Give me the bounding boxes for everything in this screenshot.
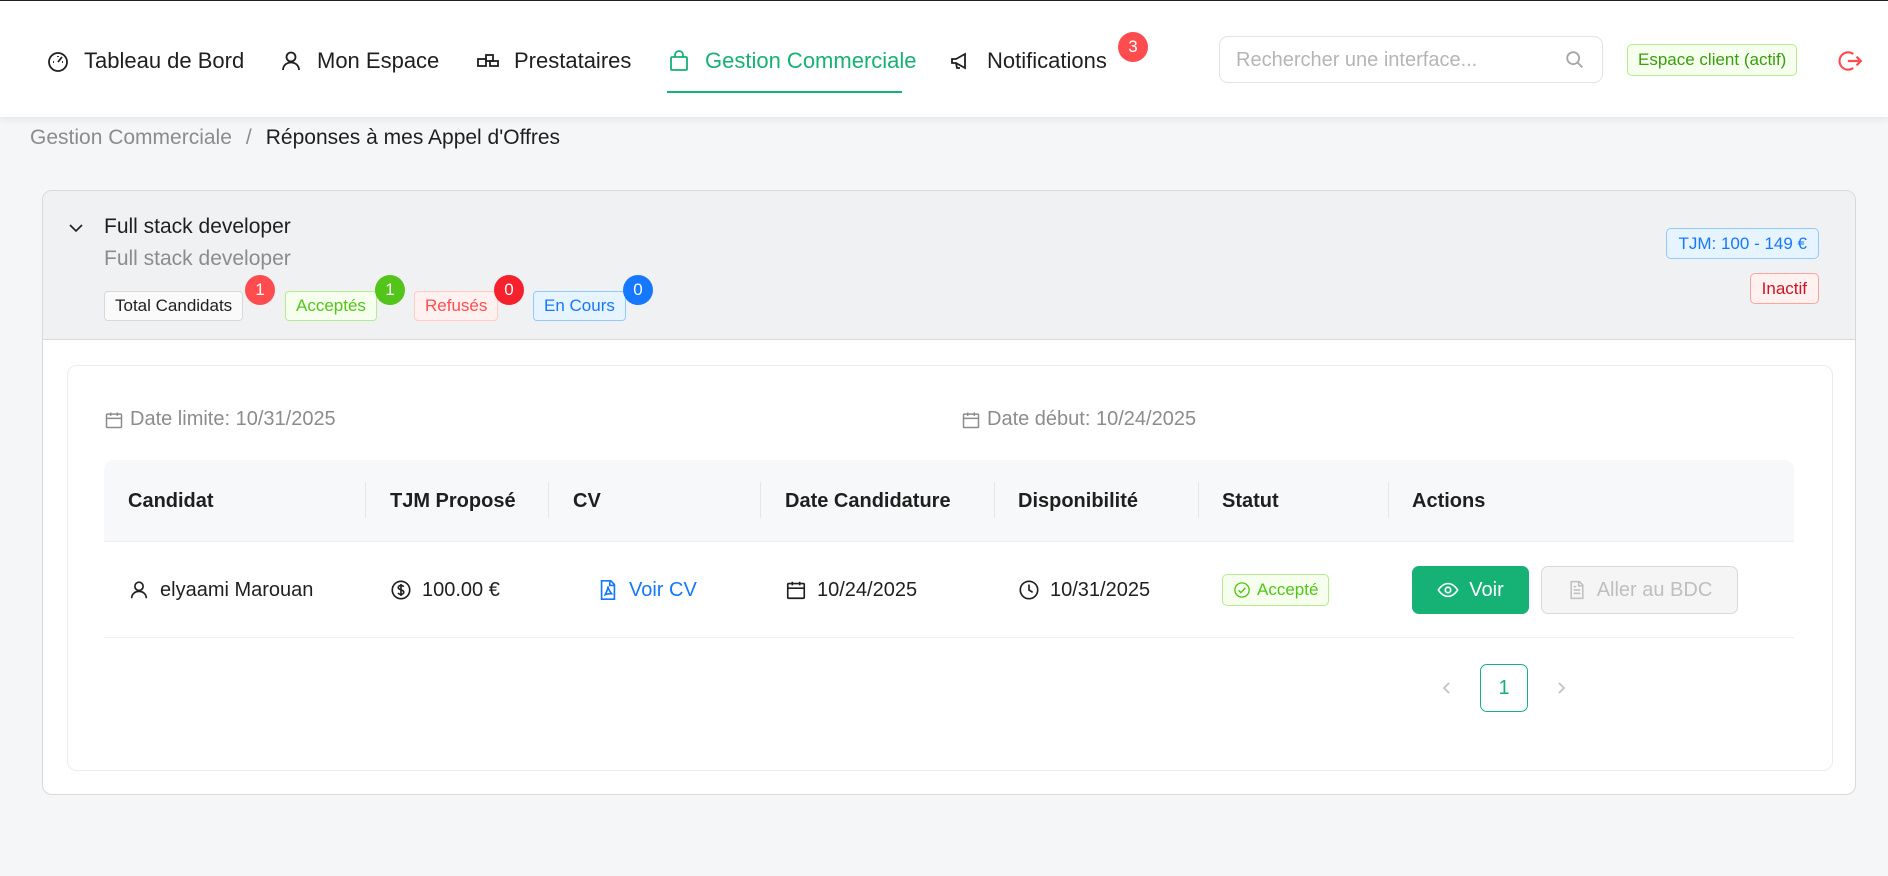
dollar-circle-icon xyxy=(391,580,411,600)
nav-item-prestataires[interactable]: Prestataires xyxy=(476,43,631,79)
go-to-bdc-label: Aller au BDC xyxy=(1596,578,1713,601)
availability-cell: 10/31/2025 xyxy=(1018,542,1150,638)
status-badge: Accepté xyxy=(1222,574,1330,606)
refused-count: 0 xyxy=(494,275,524,305)
search-icon[interactable] xyxy=(1564,49,1586,71)
shopping-bag-icon xyxy=(670,50,688,71)
view-button[interactable]: Voir xyxy=(1412,566,1529,614)
candidate-cell: elyaami Marouan xyxy=(128,542,313,638)
refused-tag: Refusés xyxy=(414,291,499,321)
nav-item-mon-espace[interactable]: Mon Espace xyxy=(279,43,439,79)
column-divider xyxy=(548,482,549,518)
date-start-text: Date début: 10/24/2025 xyxy=(987,408,1197,430)
pending-count: 0 xyxy=(623,275,653,305)
notification-count-badge: 3 xyxy=(1118,32,1148,62)
nav-item-label: Gestion Commerciale xyxy=(705,48,917,73)
nav-item-label: Tableau de Bord xyxy=(84,48,245,73)
previous-page-button[interactable] xyxy=(1424,665,1470,711)
calendar-icon xyxy=(962,412,980,428)
availability-date: 10/31/2025 xyxy=(1050,578,1151,601)
clock-icon xyxy=(1019,580,1039,600)
offer-collapse-panel: Full stack developer Full stack develope… xyxy=(42,190,1856,795)
candidate-name: elyaami Marouan xyxy=(160,578,314,601)
go-to-bdc-button[interactable]: Aller au BDC xyxy=(1541,566,1738,614)
offer-subtitle: Full stack developer xyxy=(104,247,291,270)
column-divider xyxy=(1198,482,1199,518)
column-header-candidate: Candidat xyxy=(128,489,214,512)
tjm-range-tag: TJM: 100 - 149 € xyxy=(1666,228,1819,259)
search-box xyxy=(1219,36,1603,83)
nav-item-gestion-commerciale[interactable]: Gestion Commerciale xyxy=(667,43,917,79)
application-date-cell: 10/24/2025 xyxy=(785,542,917,638)
column-divider xyxy=(760,482,761,518)
next-page-button[interactable] xyxy=(1538,665,1584,711)
client-space-tag: Espace client (actif) xyxy=(1627,44,1798,76)
nav-item-label: Notifications xyxy=(987,48,1107,73)
chevron-left-icon xyxy=(1442,682,1450,694)
calendar-icon xyxy=(105,412,123,428)
column-header-tjm: TJM Proposé xyxy=(390,489,516,512)
page-number-current[interactable]: 1 xyxy=(1480,664,1528,712)
dashboard-icon xyxy=(48,52,68,72)
top-navigation-bar: Tableau de Bord Mon Espace Prestataires … xyxy=(0,0,1888,117)
nav-item-notifications[interactable]: Notifications xyxy=(949,43,1107,79)
megaphone-icon xyxy=(951,52,966,70)
breadcrumb-current: Réponses à mes Appel d'Offres xyxy=(265,126,561,149)
tjm-cell: 100.00 € xyxy=(390,542,500,638)
nav-item-label: Mon Espace xyxy=(317,48,440,73)
date-limit-text: Date limite: 10/31/2025 xyxy=(130,408,336,430)
chevron-right-icon xyxy=(1558,682,1566,694)
date-limit: Date limite: 10/31/2025 xyxy=(104,408,336,431)
total-candidates-count: 1 xyxy=(245,275,275,305)
total-candidates-tag: Total Candidats xyxy=(104,291,244,321)
date-start: Date début: 10/24/2025 xyxy=(961,408,1196,431)
breadcrumb-parent-link[interactable]: Gestion Commerciale xyxy=(30,126,232,150)
offer-panel-header[interactable]: Full stack developer Full stack develope… xyxy=(43,191,1855,340)
nav-item-label: Prestataires xyxy=(514,48,632,73)
accepted-tag: Acceptés xyxy=(285,291,377,321)
nav-item-tableau-de-bord[interactable]: Tableau de Bord xyxy=(46,43,244,79)
view-button-label: Voir xyxy=(1469,578,1504,601)
column-divider xyxy=(365,482,366,518)
application-date: 10/24/2025 xyxy=(817,578,918,601)
table-row: elyaami Marouan 100.00 € Voir CV 10/24/2… xyxy=(104,542,1794,638)
view-cv-link[interactable]: Voir CV xyxy=(597,542,697,638)
check-circle-icon xyxy=(1234,582,1250,598)
table-header: Candidat TJM Proposé CV Date Candidature… xyxy=(104,460,1794,542)
pending-tag: En Cours xyxy=(533,291,626,321)
column-header-availability: Disponibilité xyxy=(1018,489,1138,512)
status-label: Accepté xyxy=(1257,580,1319,599)
calendar-icon xyxy=(786,581,806,600)
column-header-date: Date Candidature xyxy=(785,489,951,512)
offer-title: Full stack developer xyxy=(104,215,291,238)
user-icon xyxy=(282,51,300,71)
breadcrumb: Gestion Commerciale / Réponses à mes App… xyxy=(30,126,560,150)
offer-status-tag: Inactif xyxy=(1749,273,1819,304)
file-text-icon xyxy=(1570,580,1584,600)
column-divider xyxy=(994,482,995,518)
chevron-down-icon[interactable] xyxy=(67,219,85,237)
eye-icon xyxy=(1437,582,1459,598)
column-divider xyxy=(1388,482,1389,518)
candidates-card: Date limite: 10/31/2025 Date début: 10/2… xyxy=(67,365,1833,771)
actions-cell: Voir Aller au BDC xyxy=(1412,542,1738,638)
file-pdf-icon xyxy=(600,580,616,600)
tjm-value: 100.00 € xyxy=(422,578,500,601)
view-cv-label: Voir CV xyxy=(629,578,697,601)
column-header-status: Statut xyxy=(1222,489,1279,512)
accepted-count: 1 xyxy=(375,275,405,305)
user-icon xyxy=(130,581,148,599)
active-tab-indicator xyxy=(667,91,902,93)
logout-icon[interactable] xyxy=(1837,48,1863,74)
candidates-table: Candidat TJM Proposé CV Date Candidature… xyxy=(104,460,1794,638)
breadcrumb-separator: / xyxy=(245,126,252,149)
team-icon xyxy=(477,54,499,67)
column-header-actions: Actions xyxy=(1412,489,1486,512)
pagination: 1 xyxy=(1424,664,1584,712)
search-input[interactable] xyxy=(1236,45,1556,75)
column-header-cv: CV xyxy=(573,489,601,512)
status-cell: Accepté xyxy=(1222,542,1330,638)
